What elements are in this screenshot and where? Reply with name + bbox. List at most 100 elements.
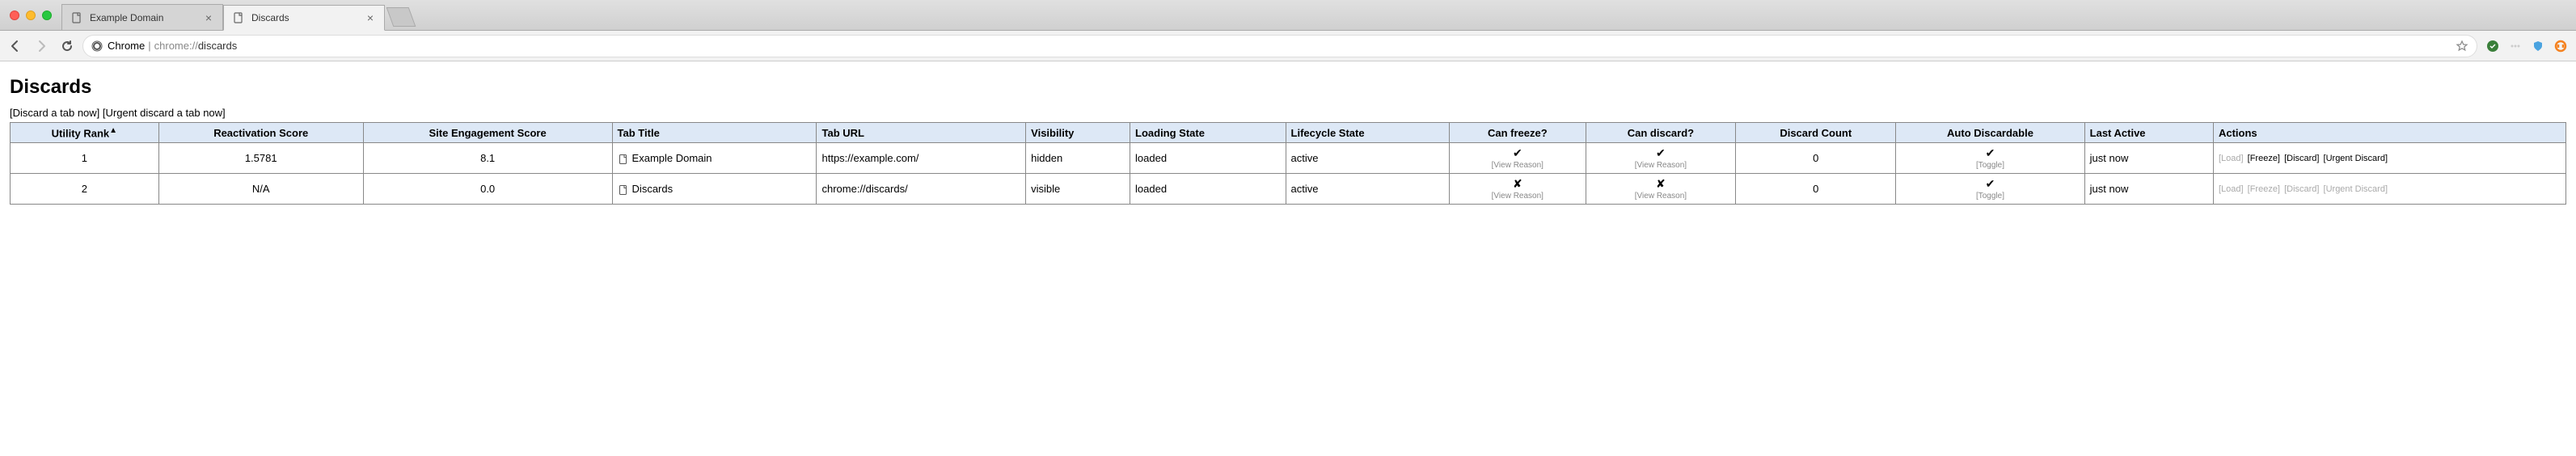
close-tab-icon[interactable]: × [365,12,376,23]
page-icon [232,11,245,24]
forward-button[interactable] [34,39,49,53]
back-button[interactable] [8,39,23,53]
urgent-discard-tab-now-link[interactable]: [Urgent discard a tab now] [103,107,226,119]
extension-icon-orange[interactable] [2553,39,2568,53]
cell-rank: 1 [11,143,159,174]
col-actions[interactable]: Actions [2213,123,2565,143]
cell-loading: loaded [1130,143,1286,174]
col-reactivation-score[interactable]: Reactivation Score [158,123,363,143]
sort-asc-icon: ▲ [109,126,117,135]
extension-icon-dots[interactable] [2508,39,2523,53]
col-visibility[interactable]: Visibility [1026,123,1130,143]
cell-url: https://example.com/ [817,143,1026,174]
freeze-action: [Freeze] [2248,184,2280,194]
cell-title: Example Domain [612,143,817,174]
cell-engagement: 8.1 [363,143,612,174]
page-title: Discards [10,76,2566,99]
url-path: discards [198,40,237,52]
tab-title: Example Domain [90,12,203,23]
close-tab-icon[interactable]: × [203,12,214,23]
new-tab-button[interactable] [386,7,416,27]
cell-lifecycle: active [1286,143,1449,174]
col-tab-title[interactable]: Tab Title [612,123,817,143]
cell-title: Discards [612,174,817,205]
nav-controls [8,39,74,53]
load-action: [Load] [2219,154,2244,163]
view-reason-link[interactable]: [View Reason] [1455,192,1581,201]
cell-loading: loaded [1130,174,1286,205]
close-window-button[interactable] [10,11,19,20]
col-can-discard[interactable]: Can discard? [1586,123,1736,143]
urgent-discard-action[interactable]: [Urgent Discard] [2324,154,2388,163]
url-scheme: chrome:// [154,40,198,52]
check-icon: ✔ [1986,146,1995,159]
maximize-window-button[interactable] [42,11,52,20]
url-label: Chrome [108,40,145,52]
col-site-engagement[interactable]: Site Engagement Score [363,123,612,143]
extension-icon-shield[interactable] [2531,39,2545,53]
minimize-window-button[interactable] [26,11,36,20]
load-action: [Load] [2219,184,2244,194]
col-discard-count[interactable]: Discard Count [1736,123,1896,143]
document-icon [618,154,629,165]
cell-reactivation: 1.5781 [158,143,363,174]
browser-toolbar: Chrome | chrome://discards [0,31,2576,61]
urgent-discard-action: [Urgent Discard] [2324,184,2388,194]
view-reason-link[interactable]: [View Reason] [1455,161,1581,170]
extension-icon-green[interactable] [2485,39,2500,53]
cell-reactivation: N/A [158,174,363,205]
toggle-link[interactable]: [Toggle] [1901,192,2079,201]
cell-can-discard: ✘ [View Reason] [1586,174,1736,205]
page-content: Discards [Discard a tab now] [Urgent dis… [0,61,2576,213]
cell-last-active: just now [2084,143,2213,174]
check-icon: ✘ [1513,177,1522,190]
reload-button[interactable] [60,39,74,53]
cell-auto-discardable: ✔[Toggle] [1896,174,2084,205]
cell-url: chrome://discards/ [817,174,1026,205]
col-lifecycle-state[interactable]: Lifecycle State [1286,123,1449,143]
discard-action[interactable]: [Discard] [2284,154,2319,163]
cell-actions: [Load] [Freeze] [Discard] [Urgent Discar… [2213,174,2565,205]
discard-tab-now-link[interactable]: [Discard a tab now] [10,107,99,119]
col-utility-rank[interactable]: Utility Rank▲ [11,123,159,143]
extension-icons [2485,39,2568,53]
cell-can-freeze: ✘ [View Reason] [1449,174,1586,205]
toggle-link[interactable]: [Toggle] [1901,161,2079,170]
traffic-lights [0,0,61,30]
col-can-freeze[interactable]: Can freeze? [1449,123,1586,143]
view-reason-link[interactable]: [View Reason] [1591,192,1731,201]
view-reason-link[interactable]: [View Reason] [1591,161,1731,170]
bookmark-star-icon[interactable] [2456,40,2468,53]
check-icon: ✔ [1513,146,1522,159]
cell-engagement: 0.0 [363,174,612,205]
freeze-action[interactable]: [Freeze] [2248,154,2280,163]
window-titlebar: Example Domain × Discards × [0,0,2576,31]
cell-discard-count: 0 [1736,143,1896,174]
col-auto-discardable[interactable]: Auto Discardable [1896,123,2084,143]
tabs-bar: Example Domain × Discards × [61,0,2576,30]
cell-rank: 2 [11,174,159,205]
table-header-row: Utility Rank▲ Reactivation Score Site En… [11,123,2566,143]
discards-table: Utility Rank▲ Reactivation Score Site En… [10,122,2566,205]
check-icon: ✘ [1656,177,1666,190]
cell-discard-count: 0 [1736,174,1896,205]
cell-last-active: just now [2084,174,2213,205]
col-tab-url[interactable]: Tab URL [817,123,1026,143]
cell-visibility: visible [1026,174,1130,205]
document-icon [618,184,629,196]
cell-can-freeze: ✔ [View Reason] [1449,143,1586,174]
discard-action: [Discard] [2284,184,2319,194]
table-row: 2N/A0.0Discardschrome://discards/visible… [11,174,2566,205]
url-separator: | [148,40,150,52]
col-last-active[interactable]: Last Active [2084,123,2213,143]
col-loading-state[interactable]: Loading State [1130,123,1286,143]
page-icon [70,11,83,24]
browser-tab-discards[interactable]: Discards × [223,5,385,31]
check-icon: ✔ [1656,146,1666,159]
browser-tab-example-domain[interactable]: Example Domain × [61,4,223,30]
table-row: 11.57818.1Example Domainhttps://example.… [11,143,2566,174]
chrome-scheme-icon [91,40,103,52]
cell-visibility: hidden [1026,143,1130,174]
address-bar[interactable]: Chrome | chrome://discards [82,35,2477,57]
cell-auto-discardable: ✔ [Toggle] [1896,143,2084,174]
